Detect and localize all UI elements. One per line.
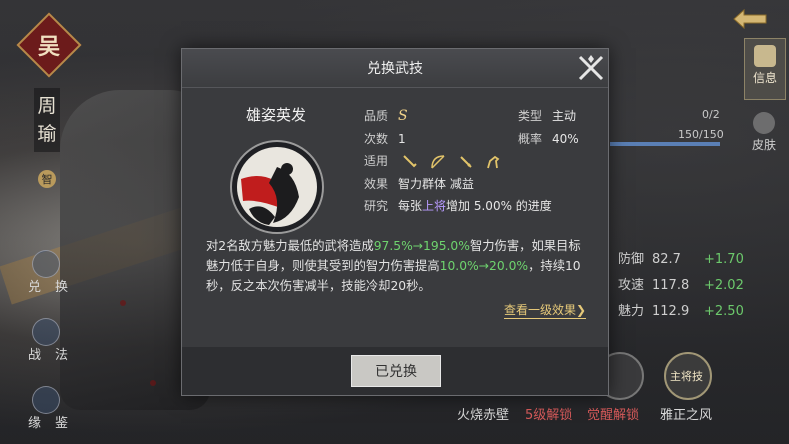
bow-icon <box>430 154 446 170</box>
skill-name: 雄姿英发 <box>246 106 307 124</box>
ink-splash <box>150 380 156 386</box>
tactic-button[interactable]: 战法 <box>28 316 92 364</box>
bond-icon <box>32 386 60 414</box>
tab-skin[interactable]: 皮肤 <box>744 106 784 166</box>
stat-row-charm: 魅力 112.9 +2.50 <box>618 304 744 319</box>
spear-icon <box>402 154 418 170</box>
dialog-footer: 已兑换 <box>182 347 608 395</box>
progress-bar <box>610 142 720 146</box>
ink-splash <box>120 300 126 306</box>
view-level-one-effect-link[interactable]: 查看一级效果❯ <box>504 301 587 319</box>
hero-name: 周 瑜 <box>34 88 60 152</box>
bond-button[interactable]: 缘鉴 <box>28 384 92 432</box>
skill-unlock-label: 觉醒解锁 <box>587 408 640 423</box>
count-row: 次数 1 <box>364 132 406 146</box>
skill-description: 对2名敌方魅力最低的武将造成97.5%→195.0%智力伤害，如果目标魅力低于自… <box>206 239 581 293</box>
scroll-icon <box>754 45 776 67</box>
sword-icon <box>458 154 474 170</box>
progress-text: 150/150 <box>678 128 724 141</box>
skill-unlock-label: 5级解锁 <box>525 408 573 423</box>
horse-icon <box>485 154 501 170</box>
back-button[interactable] <box>728 4 774 34</box>
effect-row: 效果 智力群体 减益 <box>364 177 474 191</box>
applicable-row: 适用 <box>364 152 509 170</box>
stat-row-defense: 防御 82.7 +1.70 <box>618 252 744 267</box>
research-row: 研究 每张上将增加 5.00% 的进度 <box>364 199 552 213</box>
figure-icon <box>753 112 775 134</box>
rate-row: 概率 40% <box>518 132 579 146</box>
close-icon <box>578 55 604 81</box>
exchange-icon <box>32 250 60 278</box>
stat-row-speed: 攻速 117.8 +2.02 <box>618 278 744 293</box>
type-row: 类型 主动 <box>518 109 577 123</box>
skill-label: 雅正之风 <box>660 408 713 423</box>
dialog-header: 兑换武技 <box>182 49 608 88</box>
skill-emblem <box>229 139 325 235</box>
quality-row: 品质 S <box>364 108 408 124</box>
exchanged-button[interactable]: 已兑换 <box>351 355 441 387</box>
exchange-button[interactable]: 兑换 <box>28 248 92 296</box>
skill-label: 火烧赤壁 <box>457 408 510 423</box>
tab-info[interactable]: 信息 <box>744 38 786 100</box>
main-skill-slot[interactable]: 主将技 <box>664 352 712 400</box>
exchange-skill-dialog: 兑换武技 雄姿英发 品质 S 类型 主动 次数 1 概率 40% 适用 效果 智… <box>181 48 609 396</box>
progress-text: 0/2 <box>702 108 720 121</box>
dialog-title: 兑换武技 <box>367 61 423 77</box>
hero-type-chip: 智 <box>38 170 56 188</box>
close-button[interactable] <box>574 51 608 85</box>
back-arrow-icon <box>733 8 767 30</box>
tactic-scroll-icon <box>32 318 60 346</box>
